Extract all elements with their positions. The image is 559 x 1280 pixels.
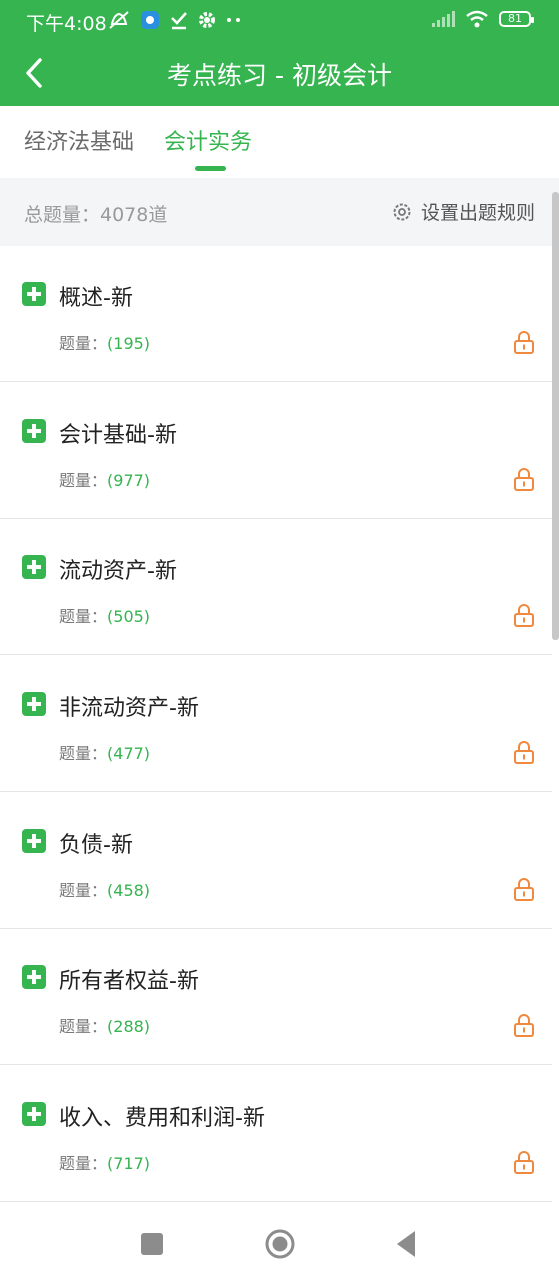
summary-bar: 总题量：4078道 设置出题规则 [0, 178, 559, 246]
list-item[interactable]: 收入、费用和利润-新 题量：(717) [0, 1066, 552, 1202]
status-time: 下午4:08 [26, 13, 107, 35]
question-count: 题量：(505) [59, 603, 150, 627]
tab-economic-law[interactable]: 经济法基础 [24, 124, 134, 156]
count-label: 题量： [59, 881, 108, 900]
total-question-count: 总题量：4078道 [24, 204, 168, 226]
lock-icon[interactable] [513, 877, 535, 901]
topic-list: 概述-新 题量：(195) 会计基础-新 题量：(977) 流动资产-新 题量：… [0, 246, 552, 1202]
count-label: 题量： [59, 334, 108, 353]
lock-icon[interactable] [513, 740, 535, 764]
set-rule-label: 设置出题规则 [420, 202, 535, 224]
app-bar: 考点练习 - 初级会计 [0, 40, 559, 106]
active-tab-indicator [195, 166, 226, 171]
expand-plus-icon[interactable] [22, 1102, 46, 1126]
expand-plus-icon[interactable] [22, 419, 46, 443]
expand-plus-icon[interactable] [22, 555, 46, 579]
lock-icon[interactable] [513, 467, 535, 491]
status-bar: 下午4:08 81 [0, 0, 559, 40]
tab-accounting-practice[interactable]: 会计实务 [164, 124, 252, 156]
question-count: 题量：(717) [59, 1150, 150, 1174]
count-value: (977) [107, 471, 151, 490]
question-count: 题量：(288) [59, 1013, 150, 1037]
mute-icon [109, 11, 129, 29]
count-value: (477) [107, 744, 151, 763]
set-rule-button[interactable]: 设置出题规则 [391, 198, 535, 225]
app-notification-icon [141, 11, 159, 29]
list-item[interactable]: 流动资产-新 题量：(505) [0, 519, 552, 655]
count-value: (505) [107, 607, 151, 626]
topic-name: 所有者权益-新 [59, 969, 199, 994]
topic-name: 会计基础-新 [59, 423, 177, 448]
check-icon [171, 12, 187, 30]
expand-plus-icon[interactable] [22, 829, 46, 853]
list-item[interactable]: 会计基础-新 题量：(977) [0, 383, 552, 519]
count-label: 题量： [59, 1017, 108, 1036]
count-label: 题量： [59, 744, 108, 763]
topic-name: 概述-新 [59, 286, 133, 311]
back-triangle-icon[interactable] [396, 1229, 416, 1259]
question-count: 题量：(458) [59, 877, 150, 901]
question-count: 题量：(977) [59, 467, 150, 491]
system-nav-bar [0, 1202, 559, 1280]
topic-name: 负债-新 [59, 833, 133, 858]
lock-icon[interactable] [513, 330, 535, 354]
battery-icon: 81 [499, 11, 534, 27]
home-icon[interactable] [264, 1228, 296, 1260]
topic-name: 收入、费用和利润-新 [59, 1106, 265, 1131]
list-item[interactable]: 概述-新 题量：(195) [0, 246, 552, 382]
topic-name: 非流动资产-新 [59, 696, 199, 721]
expand-plus-icon[interactable] [22, 692, 46, 716]
count-label: 题量： [59, 607, 108, 626]
wifi-icon [466, 10, 488, 28]
count-value: (195) [107, 334, 151, 353]
expand-plus-icon[interactable] [22, 965, 46, 989]
page-title: 考点练习 - 初级会计 [167, 61, 392, 90]
signal-icon [432, 11, 455, 27]
battery-level: 81 [508, 12, 522, 25]
count-label: 题量： [59, 1154, 108, 1173]
topic-name: 流动资产-新 [59, 559, 177, 584]
list-item[interactable]: 负债-新 题量：(458) [0, 793, 552, 929]
count-label: 题量： [59, 471, 108, 490]
more-dots-icon [227, 18, 240, 22]
count-value: (458) [107, 881, 151, 900]
question-count: 题量：(195) [59, 330, 150, 354]
lock-icon[interactable] [513, 1150, 535, 1174]
list-item[interactable]: 所有者权益-新 题量：(288) [0, 929, 552, 1065]
lock-icon[interactable] [513, 603, 535, 627]
recent-apps-icon[interactable] [141, 1233, 163, 1255]
tab-bar: 经济法基础 会计实务 [0, 106, 559, 178]
count-value: (717) [107, 1154, 151, 1173]
scrollbar[interactable] [552, 192, 559, 640]
count-value: (288) [107, 1017, 151, 1036]
gear-icon [393, 203, 411, 220]
gear-icon [199, 12, 215, 28]
expand-plus-icon[interactable] [22, 282, 46, 306]
list-item[interactable]: 非流动资产-新 题量：(477) [0, 656, 552, 792]
lock-icon[interactable] [513, 1013, 535, 1037]
question-count: 题量：(477) [59, 740, 150, 764]
